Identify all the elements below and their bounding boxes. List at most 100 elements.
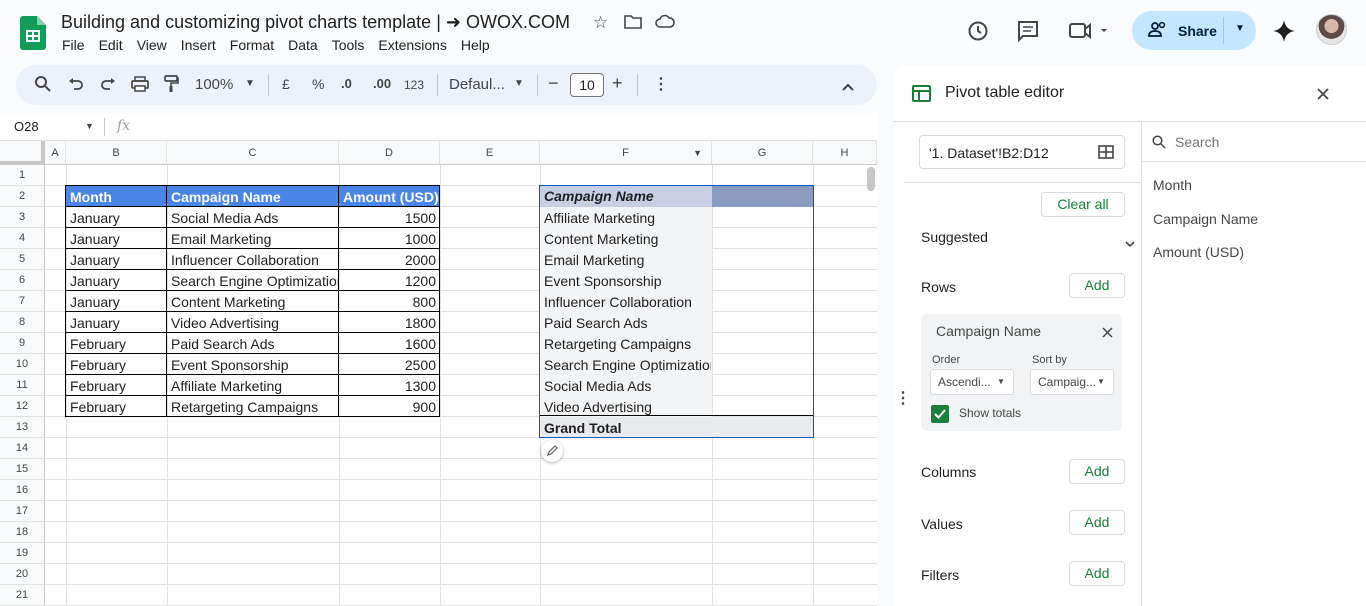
dataset-cell[interactable]: Video Advertising [168,315,338,333]
dataset-cell[interactable]: 1200 [340,273,439,291]
share-button[interactable]: Share ▼ [1132,11,1256,50]
column-header-b[interactable]: B [66,141,167,165]
dataset-header-cell[interactable]: Campaign Name [168,189,338,207]
menu-view[interactable]: View [137,37,167,53]
cloud-status-icon[interactable] [655,14,675,33]
paint-format-icon[interactable] [163,75,179,97]
row-header-19[interactable]: 19 [0,543,45,564]
dataset-cell[interactable]: 2000 [340,252,439,270]
dataset-cell[interactable]: Content Marketing [168,294,338,312]
meet-icon[interactable] [1068,21,1108,46]
columns-add-button[interactable]: Add [1069,459,1125,484]
column-header-g[interactable]: G [712,141,813,165]
dataset-cell[interactable]: February [67,399,166,417]
font-size-input[interactable]: 10 [570,73,604,97]
field-item[interactable]: Campaign Name [1153,211,1258,227]
select-range-icon[interactable] [1098,145,1114,164]
gemini-icon[interactable] [1272,19,1296,48]
row-header-10[interactable]: 10 [0,354,45,375]
menu-data[interactable]: Data [288,37,318,53]
row-header-15[interactable]: 15 [0,459,45,480]
column-header-c[interactable]: C [167,141,339,165]
column-header-a[interactable]: A [45,141,66,165]
dataset-cell[interactable]: 1500 [340,210,439,228]
column-header-h[interactable]: H [813,141,877,165]
formula-input[interactable] [140,116,870,138]
menu-file[interactable]: File [62,37,85,53]
dataset-cell[interactable]: 800 [340,294,439,312]
dataset-cell[interactable]: Search Engine Optimization [168,273,338,291]
dataset-cell[interactable]: 1600 [340,336,439,354]
row-header-6[interactable]: 6 [0,270,45,291]
values-add-button[interactable]: Add [1069,510,1125,535]
show-totals-checkbox[interactable] [931,405,949,423]
row-header-21[interactable]: 21 [0,585,45,606]
dataset-cell[interactable]: January [67,231,166,249]
dataset-cell[interactable]: 900 [340,399,439,417]
dataset-cell[interactable]: 1300 [340,378,439,396]
document-title[interactable]: Building and customizing pivot charts te… [61,12,570,33]
field-search-input[interactable] [1175,132,1355,152]
search-menus-icon[interactable] [34,75,52,97]
row-header-11[interactable]: 11 [0,375,45,396]
percent-format-button[interactable]: % [312,76,324,92]
decrease-font-size-icon[interactable]: − [548,73,559,94]
currency-format-button[interactable]: £ [282,76,290,92]
field-item[interactable]: Month [1153,177,1192,193]
dataset-cell[interactable]: Email Marketing [168,231,338,249]
move-folder-icon[interactable] [624,13,642,34]
dataset-cell[interactable]: Affiliate Marketing [168,378,338,396]
row-header-2[interactable]: 2 [0,186,45,207]
version-history-icon[interactable] [966,19,990,48]
row-header-17[interactable]: 17 [0,501,45,522]
decrease-decimal-button[interactable]: .0 [341,76,352,91]
row-header-20[interactable]: 20 [0,564,45,585]
order-select[interactable]: Ascendi... ▼ [930,369,1014,395]
menu-format[interactable]: Format [230,37,274,53]
print-icon[interactable] [131,76,149,96]
dataset-header-cell[interactable]: Month [67,189,166,207]
dataset-cell[interactable]: Influencer Collaboration [168,252,338,270]
menu-edit[interactable]: Edit [99,37,123,53]
row-header-18[interactable]: 18 [0,522,45,543]
dataset-cell[interactable]: January [67,273,166,291]
column-f-filter-icon[interactable]: ▼ [693,141,702,165]
menu-insert[interactable]: Insert [181,37,216,53]
sheets-logo[interactable] [20,16,46,50]
row-header-12[interactable]: 12 [0,396,45,417]
dataset-cell[interactable]: February [67,336,166,354]
undo-icon[interactable] [68,76,84,96]
zoom-dropdown-icon[interactable]: ▼ [245,78,255,89]
clear-all-button[interactable]: Clear all [1041,192,1125,217]
dataset-cell[interactable]: Social Media Ads [168,210,338,228]
suggested-chevron-icon[interactable] [1125,235,1135,253]
menu-tools[interactable]: Tools [332,37,365,53]
column-header-f[interactable]: F ▼ [540,141,712,165]
data-range-input[interactable]: '1. Dataset'!B2:D12 [919,135,1125,169]
dataset-cell[interactable]: Paid Search Ads [168,336,338,354]
font-select[interactable]: Defaul... [449,76,505,93]
dataset-cell[interactable]: Retargeting Campaigns [168,399,338,417]
sort-by-select[interactable]: Campaig... ▼ [1030,369,1114,395]
dataset-header-cell[interactable]: Amount (USD) [340,189,439,207]
row-header-4[interactable]: 4 [0,228,45,249]
remove-row-field-icon[interactable] [1102,325,1113,343]
panel-resize-handle[interactable]: ⋮ [895,388,911,408]
row-header-5[interactable]: 5 [0,249,45,270]
select-all-corner[interactable] [0,141,45,165]
redo-icon[interactable] [100,76,116,96]
dataset-cell[interactable]: January [67,315,166,333]
dataset-cell[interactable]: January [67,252,166,270]
increase-decimal-button[interactable]: .00 [373,76,391,91]
suggested-label[interactable]: Suggested [921,229,988,245]
row-header-7[interactable]: 7 [0,291,45,312]
share-dropdown-icon[interactable]: ▼ [1235,23,1245,34]
row-header-13[interactable]: 13 [0,417,45,438]
dataset-cell[interactable]: February [67,357,166,375]
row-header-1[interactable]: 1 [0,165,45,186]
dataset-cell[interactable]: February [67,378,166,396]
collapse-toolbar-icon[interactable] [842,78,854,95]
column-header-d[interactable]: D [339,141,440,165]
name-box[interactable]: O28 [14,119,39,134]
dataset-cell[interactable]: Event Sponsorship [168,357,338,375]
